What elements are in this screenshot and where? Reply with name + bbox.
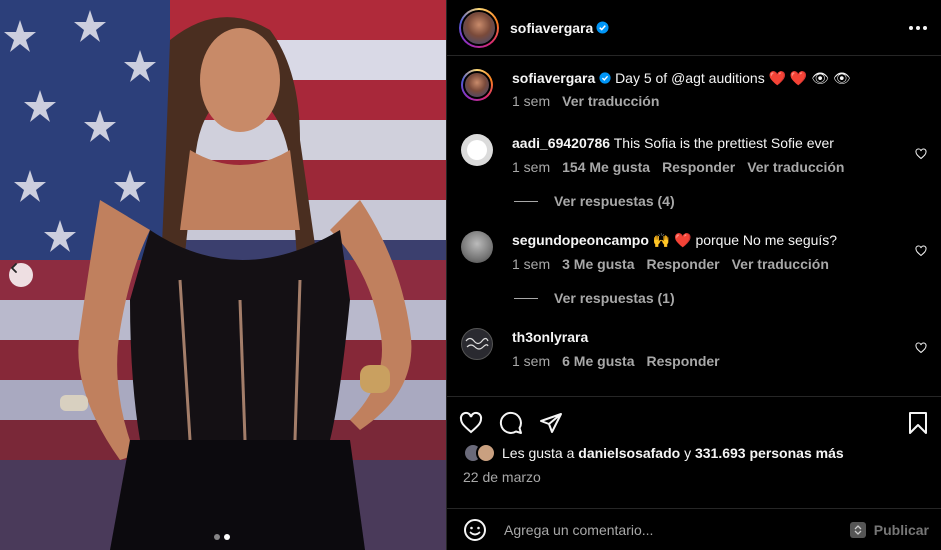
script-logo-icon bbox=[465, 337, 489, 350]
like-heart-icon[interactable] bbox=[459, 411, 483, 435]
post-actions: Les gusta a danielsosafado y 331.693 per… bbox=[447, 396, 941, 485]
comment-meta: 1 sem 154 Me gusta Responder Ver traducc… bbox=[512, 158, 844, 176]
comment-composer: Agrega un comentario... Publicar bbox=[447, 508, 941, 550]
comment-row: th3onlyrara 1 sem 6 Me gusta Responder bbox=[461, 328, 927, 370]
commenter-username[interactable]: th3onlyrara bbox=[512, 329, 588, 345]
author-avatar[interactable] bbox=[459, 7, 499, 48]
carousel-dot bbox=[214, 534, 220, 540]
emoji-icon[interactable] bbox=[463, 518, 487, 542]
comments-list[interactable]: sofiavergara Day 5 of @agt auditions ❤️ … bbox=[447, 57, 941, 395]
liker-username[interactable]: danielsosafado bbox=[578, 445, 680, 461]
comment-time[interactable]: 1 sem bbox=[512, 158, 550, 176]
chevron-left-icon bbox=[10, 263, 17, 273]
comment-row: segundopeoncampo 🙌 ❤️ porque No me seguí… bbox=[461, 231, 927, 273]
commenter-username[interactable]: aadi_69420786 bbox=[512, 135, 610, 151]
comment-meta: 1 sem 6 Me gusta Responder bbox=[512, 352, 720, 370]
comment-time[interactable]: 1 sem bbox=[512, 352, 550, 370]
post-header: sofiavergara bbox=[447, 0, 941, 56]
caption-author-avatar[interactable] bbox=[461, 69, 493, 101]
reply-button[interactable]: Responder bbox=[646, 352, 719, 370]
default-avatar-icon bbox=[467, 140, 487, 160]
comment-input[interactable]: Agrega un comentario... bbox=[504, 522, 850, 538]
like-comment-heart-icon[interactable] bbox=[915, 342, 927, 354]
verified-badge-icon bbox=[596, 21, 609, 34]
comment-likes[interactable]: 154 Me gusta bbox=[562, 158, 650, 176]
translate-link[interactable]: Ver traducción bbox=[747, 158, 844, 176]
publish-button[interactable]: Publicar bbox=[874, 522, 929, 538]
translate-link[interactable]: Ver traducción bbox=[732, 255, 829, 273]
like-comment-heart-icon[interactable] bbox=[915, 148, 927, 160]
post-photo bbox=[0, 0, 446, 550]
caption-time[interactable]: 1 sem bbox=[512, 92, 550, 110]
author-username[interactable]: sofiavergara bbox=[510, 20, 593, 36]
likes-summary[interactable]: Les gusta a danielsosafado y 331.693 per… bbox=[459, 443, 929, 463]
comment-likes[interactable]: 3 Me gusta bbox=[562, 255, 634, 273]
sort-arrows-icon[interactable] bbox=[849, 521, 866, 538]
comment-text: 🙌 ❤️ porque No me seguís? bbox=[652, 232, 838, 248]
save-bookmark-icon[interactable] bbox=[907, 411, 929, 435]
liker-avatar bbox=[476, 443, 496, 463]
likes-count[interactable]: 331.693 personas más bbox=[695, 445, 844, 461]
comment-row: aadi_69420786 This Sofia is the pretties… bbox=[461, 134, 927, 176]
post-side-panel: sofiavergara sofiavergara Day 5 of @agt … bbox=[446, 0, 941, 550]
post-date[interactable]: 22 de marzo bbox=[459, 469, 929, 485]
commenter-avatar[interactable] bbox=[461, 134, 493, 166]
carousel-dot-active bbox=[224, 534, 230, 540]
caption-text: Day 5 of @agt auditions ❤️ ❤️ 👁 👁 bbox=[615, 70, 851, 86]
share-send-icon[interactable] bbox=[539, 411, 563, 435]
commenter-avatar[interactable] bbox=[461, 328, 493, 360]
more-options-icon[interactable] bbox=[909, 25, 927, 30]
view-replies-button[interactable]: Ver respuestas (1) bbox=[514, 290, 927, 306]
reply-button[interactable]: Responder bbox=[646, 255, 719, 273]
caption-meta: 1 sem Ver traducción bbox=[512, 92, 851, 110]
comment-meta: 1 sem 3 Me gusta Responder Ver traducció… bbox=[512, 255, 837, 273]
commenter-username[interactable]: segundopeoncampo bbox=[512, 232, 649, 248]
post-media[interactable] bbox=[0, 0, 446, 550]
comment-bubble-icon[interactable] bbox=[499, 411, 523, 435]
verified-badge-icon bbox=[599, 72, 611, 84]
carousel-prev-button[interactable] bbox=[9, 263, 33, 287]
view-replies-button[interactable]: Ver respuestas (4) bbox=[514, 193, 927, 209]
comment-time[interactable]: 1 sem bbox=[512, 255, 550, 273]
reply-button[interactable]: Responder bbox=[662, 158, 735, 176]
caption-author-username[interactable]: sofiavergara bbox=[512, 70, 595, 86]
caption-row: sofiavergara Day 5 of @agt auditions ❤️ … bbox=[461, 69, 927, 110]
comment-likes[interactable]: 6 Me gusta bbox=[562, 352, 634, 370]
caption-translate-link[interactable]: Ver traducción bbox=[562, 92, 659, 110]
comment-text: This Sofia is the prettiest Sofie ever bbox=[613, 135, 834, 151]
like-comment-heart-icon[interactable] bbox=[915, 245, 927, 257]
carousel-indicator bbox=[214, 534, 230, 540]
commenter-avatar[interactable] bbox=[461, 231, 493, 263]
